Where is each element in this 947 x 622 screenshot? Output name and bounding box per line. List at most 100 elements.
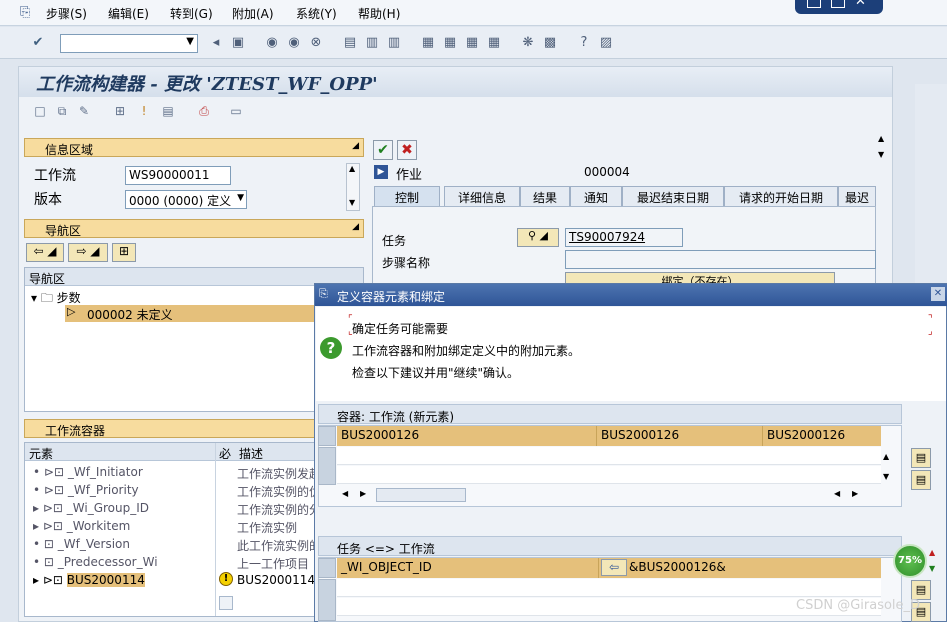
scroll-thumb[interactable] [376,488,466,502]
command-field[interactable]: ▼ [60,34,198,53]
menu-goto[interactable]: 转到(G) [170,5,213,22]
menu-step[interactable]: 步骤(S) [46,5,87,22]
menu-icon[interactable]: ⎘ [20,5,30,20]
task-field[interactable]: TS90007924 [565,228,683,247]
version-select[interactable]: 0000 (0000) 定义 ▼ [125,190,247,209]
scroll-left-icon[interactable]: ◀ [834,489,840,498]
enter-icon[interactable]: ✔ [30,35,46,51]
table-row[interactable]: _WI_OBJECT_ID ⇦ &BUS2000126& [337,558,881,578]
nav-area-header[interactable]: 导航区 ◢ [24,219,364,238]
table-row[interactable]: BUS2000126 BUS2000126 BUS2000126 [337,426,881,446]
cell[interactable]: BUS2000126 [763,426,881,446]
table-row[interactable]: • ⊳⊡ _Wf_Initiator [33,465,143,479]
tab-notification[interactable]: 通知 [570,186,622,206]
print-icon[interactable]: ▤ [342,35,358,51]
list-icon[interactable]: ▭ [228,104,244,120]
cell[interactable]: _WI_OBJECT_ID [337,558,599,578]
layout-icon[interactable]: ▨ [598,35,614,51]
wand-icon[interactable]: ✎ [76,104,92,120]
scroll-up-icon[interactable]: ▲ [349,164,355,173]
nav-back-icon[interactable]: ⇦ ◢ [26,243,64,262]
binding-direction-icon[interactable]: ⇦ [601,559,627,576]
menu-edit[interactable]: 编辑(E) [108,5,149,22]
last-page-icon[interactable]: ▦ [486,35,502,51]
copy-icon[interactable]: ⧉ [54,104,70,120]
minimize-icon[interactable] [807,0,821,8]
save-icon[interactable]: ▣ [230,35,246,51]
tab-latest[interactable]: 最迟 [838,186,876,206]
detail-scrollbar[interactable]: ▲ ▼ [876,134,890,164]
next-page-icon[interactable]: ▦ [464,35,480,51]
scroll-down-icon[interactable]: ▼ [349,198,355,207]
chevron-down-icon[interactable]: ▼ [186,36,194,47]
task-type-icon[interactable]: ⚲ ◢ [517,228,559,247]
tab-details[interactable]: 详细信息 [444,186,520,206]
window-controls[interactable]: ✕ [795,0,883,14]
scroll-left-icon[interactable]: ◀ [342,489,348,498]
delete-row-icon[interactable]: ▤ [911,470,931,490]
marker-icon[interactable]: ! [136,104,152,120]
tree-icon[interactable]: ⊞ [112,243,136,262]
nav-forward-icon[interactable]: ⇨ ◢ [68,243,108,262]
cell[interactable]: BUS2000126 [597,426,763,446]
back-arrow-icon[interactable]: ◂ [208,35,224,51]
scroll-up-icon[interactable]: ▲ [883,452,889,461]
find-next-icon[interactable]: ▥ [386,35,402,51]
insert-row-icon[interactable]: ▤ [911,580,931,600]
back-icon[interactable]: ◉ [264,35,280,51]
scroll-down-icon[interactable]: ▼ [878,150,884,159]
table-row[interactable]: • ⊳⊡ _Wf_Priority [33,483,139,497]
info-area-header[interactable]: 信息区域 ◢ [24,138,364,157]
scroll-right-icon[interactable]: ▶ [360,489,366,498]
confirm-icon[interactable]: ✔ [373,140,393,160]
help-icon[interactable]: ? [576,35,592,51]
close-icon[interactable]: ✕ [855,0,866,9]
horizontal-scrollbar[interactable]: ◀ ▶ ◀ ▶ [340,488,864,504]
table-row-empty[interactable] [337,579,881,597]
tab-latest-end[interactable]: 最迟结束日期 [622,186,724,206]
scroll-box[interactable] [219,596,233,610]
row-selector[interactable] [318,579,336,621]
tab-control[interactable]: 控制 [374,186,440,206]
prev-page-icon[interactable]: ▦ [442,35,458,51]
info-scrollbar[interactable]: ▲ ▼ [346,163,360,211]
menu-system[interactable]: 系统(Y) [296,5,337,22]
step-name-field[interactable] [565,250,876,269]
menu-help[interactable]: 帮助(H) [358,5,400,22]
workflow-field[interactable]: WS90000011 [125,166,231,185]
insert-row-icon[interactable]: ▤ [911,448,931,468]
cancel-icon[interactable]: ✖ [397,140,417,160]
scroll-down-icon[interactable]: ▼ [883,472,889,481]
table-row[interactable]: ▸ ⊳⊡ _Workitem [33,519,130,533]
new-icon[interactable]: □ [32,104,48,120]
menu-extras[interactable]: 附加(A) [232,5,274,22]
find-icon[interactable]: ▥ [364,35,380,51]
scroll-right-icon[interactable]: ▶ [852,489,858,498]
printer-icon[interactable]: ⎙ [196,104,212,120]
dialog-close-icon[interactable]: ✕ [931,287,945,301]
hierarchy-icon[interactable]: ⊞ [112,104,128,120]
table-row-empty[interactable] [337,466,881,484]
first-page-icon[interactable]: ▦ [420,35,436,51]
table-row[interactable]: • ⊡ _Wf_Version [33,537,130,551]
table-row[interactable]: • ⊡ _Predecessor_Wi [33,555,158,569]
table-row[interactable]: ▸ ⊳⊡ BUS2000114 [33,573,145,587]
exit-icon[interactable]: ◉ [286,35,302,51]
row-selector[interactable] [318,426,336,446]
new-session-icon[interactable]: ❋ [520,35,536,51]
scroll-up-icon[interactable]: ▲ [878,134,884,143]
cancel-icon[interactable]: ⊗ [308,35,324,51]
cell[interactable]: BUS2000126 [337,426,597,446]
tab-requested-start[interactable]: 请求的开始日期 [724,186,838,206]
table-row[interactable]: ▸ ⊳⊡ _Wi_Group_ID [33,501,149,515]
shortcut-icon[interactable]: ▩ [542,35,558,51]
row-selector[interactable] [318,558,336,578]
table-icon[interactable]: ▤ [160,104,176,120]
container-header[interactable]: 工作流容器 ◢ [24,419,364,438]
table-row-empty[interactable] [337,447,881,465]
maximize-icon[interactable] [831,0,845,8]
cell[interactable]: &BUS2000126& [625,558,881,578]
expand-icon[interactable]: ▾ [31,291,41,305]
tab-result[interactable]: 结果 [520,186,570,206]
row-selector[interactable] [318,447,336,485]
